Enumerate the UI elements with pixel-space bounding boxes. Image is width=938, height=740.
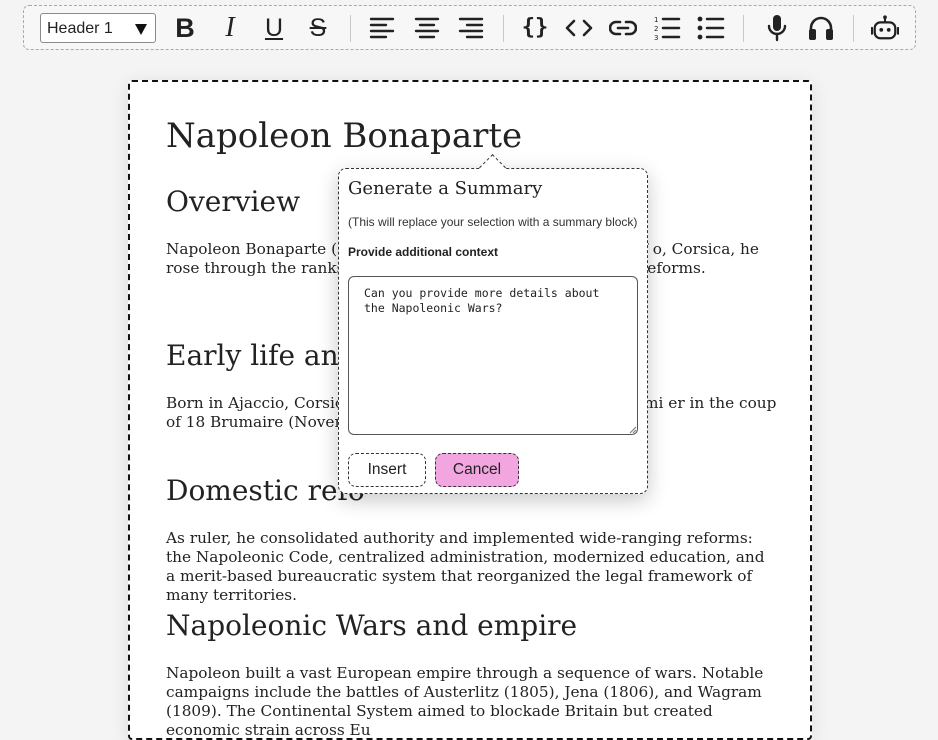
heading-level-value: Header 1 <box>47 20 113 37</box>
align-left-button[interactable] <box>368 14 396 42</box>
context-label: Provide additional context <box>348 245 499 259</box>
ordered-list-button[interactable]: 123 <box>653 14 681 42</box>
align-center-icon <box>414 17 440 39</box>
heading-level-select[interactable]: Header 1 <box>40 13 156 43</box>
toolbar-divider <box>853 15 854 42</box>
svg-text:1: 1 <box>654 16 658 24</box>
section-heading: Overview <box>166 185 301 218</box>
summary-popover: Generate a Summary (This will replace yo… <box>338 154 648 494</box>
robot-icon <box>871 15 899 40</box>
section-paragraph: As ruler, he consolidated authority and … <box>166 529 765 604</box>
microphone-button[interactable] <box>763 14 791 42</box>
link-button[interactable] <box>609 14 637 42</box>
insert-button[interactable]: Insert <box>348 453 426 487</box>
align-center-button[interactable] <box>413 14 441 42</box>
microphone-icon <box>767 15 787 42</box>
code-block-icon: {} <box>521 15 549 40</box>
cancel-button[interactable]: Cancel <box>435 453 519 487</box>
formatting-toolbar: Header 1 B I U S {} 1 2 3 <box>23 5 916 50</box>
section-heading: Early life and <box>166 339 357 372</box>
toolbar-divider <box>743 15 744 42</box>
strikethrough-icon: S <box>309 14 327 42</box>
italic-button[interactable]: I <box>216 14 244 42</box>
bullet-list-icon <box>697 16 725 40</box>
bold-button[interactable]: B <box>171 14 199 42</box>
ordered-list-icon: 123 <box>654 16 681 41</box>
underline-icon: U <box>264 14 284 42</box>
headphones-icon <box>809 16 833 40</box>
document-title: Napoleon Bonaparte <box>166 116 523 156</box>
bold-icon: B <box>175 13 195 43</box>
headphones-button[interactable] <box>807 14 835 42</box>
link-icon <box>609 20 637 36</box>
popover-title: Generate a Summary <box>348 178 543 199</box>
context-textarea[interactable]: Can you provide more details about the N… <box>348 276 638 435</box>
bullet-list-button[interactable] <box>697 14 725 42</box>
section-heading: Napoleonic Wars and empire <box>166 609 578 642</box>
align-right-icon <box>458 17 484 39</box>
ai-robot-button[interactable] <box>871 14 899 42</box>
align-right-button[interactable] <box>457 14 485 42</box>
italic-icon: I <box>225 12 235 43</box>
inline-code-button[interactable] <box>565 14 593 42</box>
section-paragraph: Napoleon built a vast European empire th… <box>166 664 764 739</box>
align-left-icon <box>369 17 395 39</box>
svg-text:2: 2 <box>654 25 658 33</box>
section-heading: Domestic refo <box>166 474 365 507</box>
toolbar-divider <box>503 15 504 42</box>
code-block-button[interactable]: {} <box>521 14 549 42</box>
underline-button[interactable]: U <box>260 14 288 42</box>
toolbar-divider <box>350 15 351 42</box>
strikethrough-button[interactable]: S <box>304 14 332 42</box>
resize-grip-icon[interactable] <box>629 426 637 434</box>
inline-code-icon <box>565 19 593 37</box>
svg-text:3: 3 <box>654 34 658 41</box>
chevron-down-icon <box>135 24 147 35</box>
popover-subtitle: (This will replace your selection with a… <box>348 215 638 229</box>
